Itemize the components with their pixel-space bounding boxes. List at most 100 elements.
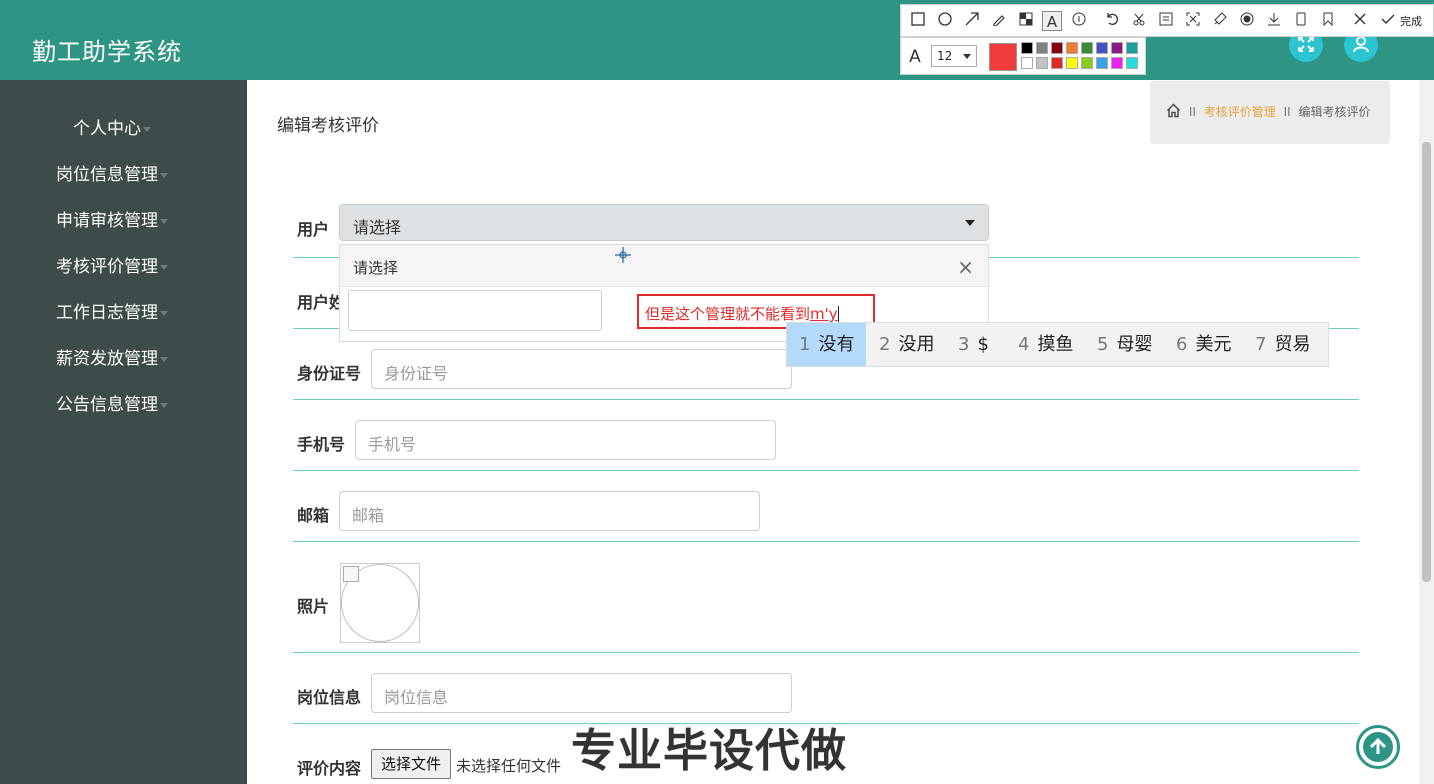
candidate-text: 母婴 <box>1116 334 1153 355</box>
breadcrumb-current: 编辑考核评价 <box>1298 105 1371 119</box>
email-input[interactable]: 邮箱 <box>339 491 760 531</box>
ime-candidate[interactable]: 5 母婴 <box>1097 323 1152 366</box>
candidate-number: 6 <box>1176 334 1188 355</box>
phone-icon[interactable] <box>1291 11 1311 31</box>
candidate-text: 摸鱼 <box>1037 334 1074 355</box>
scissors-icon[interactable] <box>1129 11 1149 31</box>
ime-candidate[interactable]: 6 美元 <box>1176 323 1231 366</box>
ime-candidate-bar: 1 没有 2 没用 3 $ 4 摸鱼 5 母婴 6 美元 7 贸易 <box>786 322 1329 367</box>
ime-candidate[interactable]: 1 没有 <box>787 323 867 366</box>
candidate-number: 5 <box>1097 334 1109 355</box>
sidebar-item-announcements[interactable]: 公告信息管理 <box>56 390 168 415</box>
email-label: 邮箱 <box>297 506 330 525</box>
color-swatch[interactable] <box>1096 42 1108 54</box>
candidate-text: $ <box>977 334 989 355</box>
rectangle-tool-icon[interactable] <box>908 11 928 31</box>
sidebar-item-work-log[interactable]: 工作日志管理 <box>56 298 168 323</box>
undo-icon[interactable] <box>1102 11 1122 31</box>
ocr-icon[interactable] <box>1156 11 1176 31</box>
sidebar-item-assessment[interactable]: 考核评价管理 <box>56 252 168 277</box>
download-icon[interactable] <box>1264 11 1284 31</box>
id-number-placeholder: 身份证号 <box>384 364 449 383</box>
ime-candidate[interactable]: 7 贸易 <box>1255 323 1310 366</box>
sidebar <box>0 80 247 784</box>
color-swatch[interactable] <box>1021 57 1033 69</box>
pin-icon[interactable] <box>1210 11 1230 31</box>
number-marker-icon[interactable] <box>1069 11 1089 31</box>
pen-tool-icon[interactable] <box>989 11 1009 31</box>
user-label: 用户 <box>297 220 330 239</box>
color-swatch[interactable] <box>1051 57 1063 69</box>
post-info-placeholder: 岗位信息 <box>384 688 449 707</box>
record-icon[interactable] <box>1237 11 1257 31</box>
color-swatch[interactable] <box>1066 57 1078 69</box>
phone-input[interactable]: 手机号 <box>355 420 776 460</box>
arrow-tool-icon[interactable] <box>962 11 982 31</box>
current-color-swatch[interactable] <box>989 43 1017 71</box>
back-to-top-button[interactable] <box>1356 725 1400 769</box>
color-swatch[interactable] <box>1126 42 1138 54</box>
sidebar-item-post-info[interactable]: 岗位信息管理 <box>56 160 168 185</box>
choose-file-button[interactable]: 选择文件 <box>371 749 451 779</box>
scan-icon[interactable] <box>1183 11 1203 31</box>
text-tool-icon[interactable]: A <box>1042 11 1062 31</box>
color-swatch[interactable] <box>1036 57 1048 69</box>
sidebar-item-label: 岗位信息管理 <box>56 165 158 185</box>
candidate-text: 美元 <box>1195 334 1232 355</box>
color-swatch[interactable] <box>1096 57 1108 69</box>
close-icon[interactable] <box>1350 11 1370 31</box>
ime-candidate[interactable]: 4 摸鱼 <box>1018 323 1073 366</box>
id-number-label: 身份证号 <box>297 364 362 383</box>
user-icon <box>1352 34 1370 55</box>
color-swatch[interactable] <box>1081 42 1093 54</box>
annotation-composing-text: m'y <box>810 305 838 323</box>
chevron-down-icon <box>160 172 168 178</box>
ime-candidate[interactable]: 2 没用 <box>879 323 934 366</box>
font-size-select[interactable]: 12 <box>931 45 977 67</box>
chevron-down-icon <box>963 54 971 59</box>
sidebar-item-label: 个人中心 <box>73 119 141 139</box>
sidebar-item-label: 申请审核管理 <box>56 211 158 231</box>
sidebar-item-salary[interactable]: 薪资发放管理 <box>56 344 168 369</box>
user-select[interactable]: 请选择 <box>339 204 989 241</box>
color-swatch[interactable] <box>1021 42 1033 54</box>
dropdown-option-label: 请选择 <box>353 259 399 277</box>
chevron-down-icon <box>160 264 168 270</box>
form-row-photo <box>293 542 1359 653</box>
done-label[interactable]: 完成 <box>1400 13 1422 29</box>
chevron-down-icon <box>160 218 168 224</box>
bookmark-icon[interactable] <box>1318 11 1338 31</box>
dropdown-search-input[interactable] <box>348 290 602 331</box>
chevron-down-icon <box>160 356 168 362</box>
candidate-number: 4 <box>1018 334 1030 355</box>
mosaic-tool-icon[interactable] <box>1016 11 1036 31</box>
text-cursor <box>837 306 839 322</box>
color-swatch[interactable] <box>1051 42 1063 54</box>
scrollbar-thumb[interactable] <box>1422 142 1431 582</box>
photo-label: 照片 <box>297 597 330 616</box>
color-swatch[interactable] <box>1111 42 1123 54</box>
evaluation-content-label: 评价内容 <box>297 759 362 778</box>
arrow-up-icon <box>1363 732 1393 762</box>
ellipse-tool-icon[interactable] <box>935 11 955 31</box>
color-swatch[interactable] <box>1036 42 1048 54</box>
sidebar-item-label: 考核评价管理 <box>56 257 158 277</box>
color-swatch[interactable] <box>1126 57 1138 69</box>
breadcrumb-separator: II <box>1283 105 1291 119</box>
id-number-input[interactable]: 身份证号 <box>371 349 792 389</box>
ime-candidate[interactable]: 3 $ <box>958 323 989 366</box>
photo-preview[interactable] <box>340 563 420 643</box>
color-swatch[interactable] <box>1111 57 1123 69</box>
color-swatch[interactable] <box>1066 42 1078 54</box>
breadcrumb-section-link[interactable]: 考核评价管理 <box>1204 105 1276 119</box>
sidebar-item-application-review[interactable]: 申请审核管理 <box>56 206 168 231</box>
close-icon[interactable]: × <box>957 255 974 279</box>
dropdown-option-placeholder[interactable]: 请选择 <box>340 245 988 287</box>
home-icon[interactable] <box>1166 103 1181 121</box>
sidebar-item-personal-center[interactable]: 个人中心 <box>73 114 151 139</box>
user-select-value: 请选择 <box>353 218 402 237</box>
page-scrollbar[interactable] <box>1419 80 1434 784</box>
color-swatch[interactable] <box>1081 57 1093 69</box>
check-icon[interactable] <box>1378 11 1398 31</box>
post-info-input[interactable]: 岗位信息 <box>371 673 792 713</box>
